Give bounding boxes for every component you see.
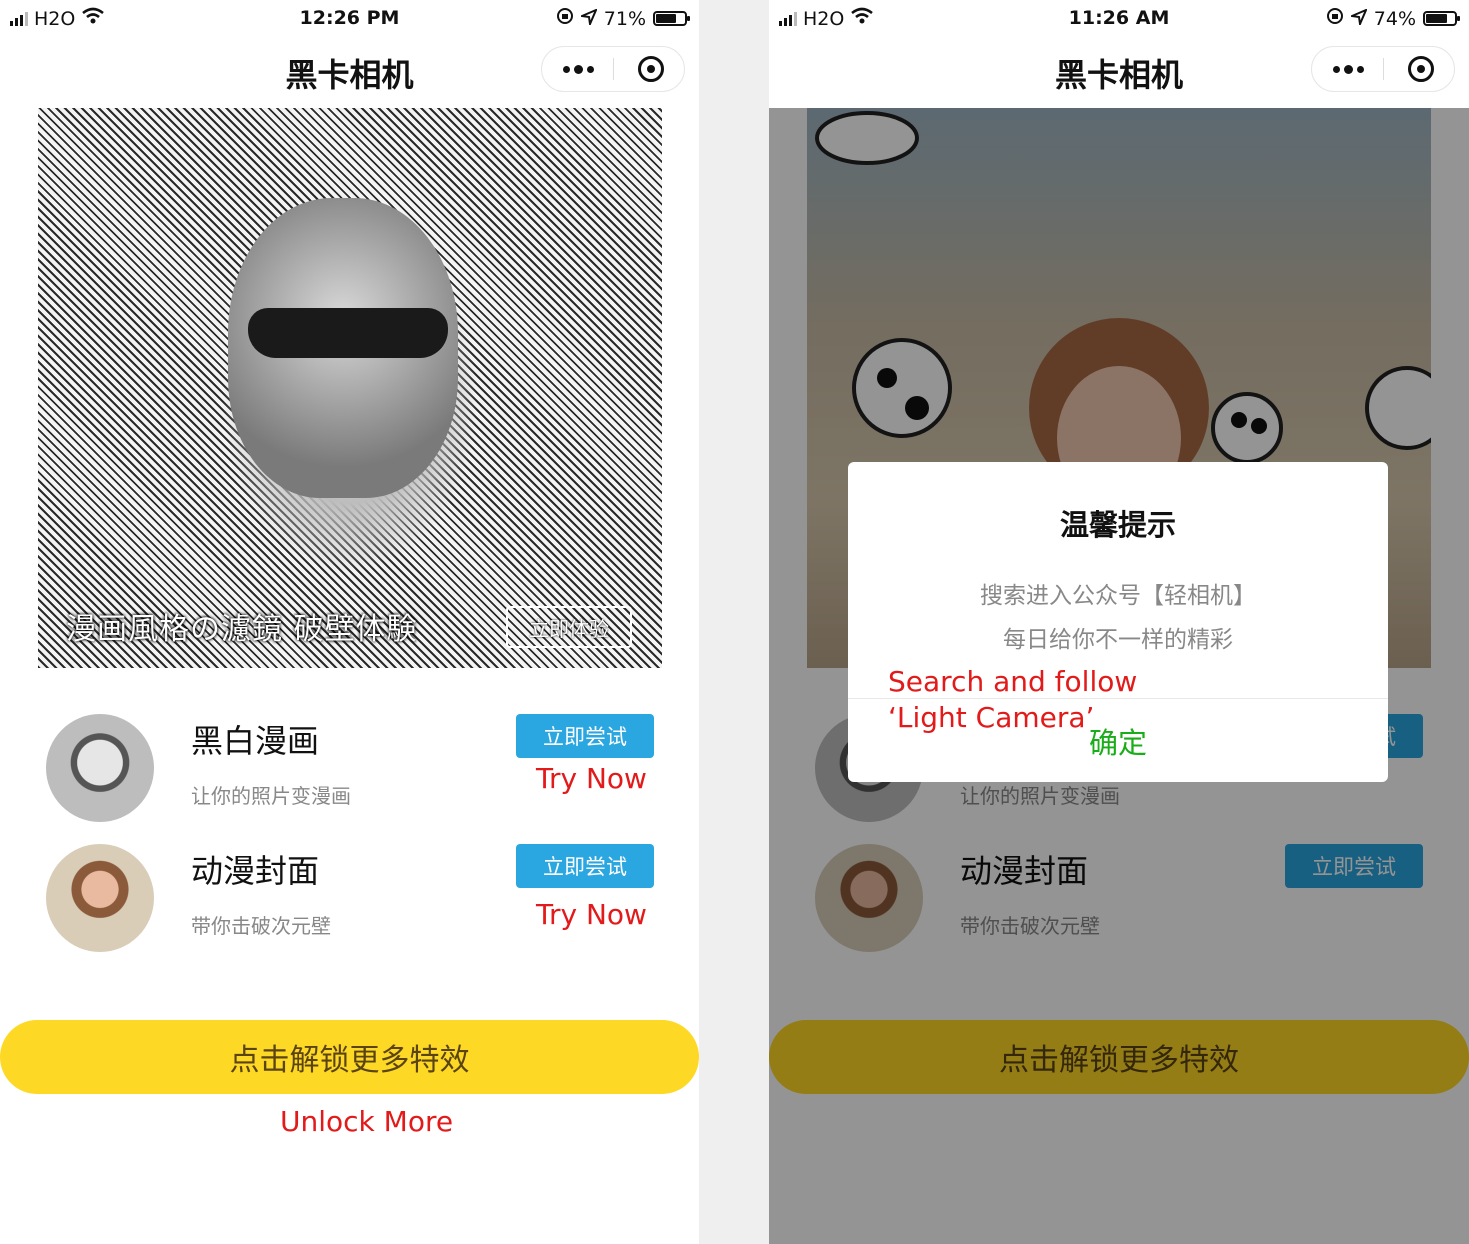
orientation-lock-icon bbox=[1326, 7, 1344, 30]
close-mini-program-icon[interactable] bbox=[1408, 56, 1434, 82]
battery-percent: 71% bbox=[603, 7, 646, 30]
battery-percent: 74% bbox=[1373, 7, 1416, 30]
effect-title: 黑白漫画 bbox=[191, 722, 320, 760]
close-mini-program-icon[interactable] bbox=[638, 56, 664, 82]
avatar bbox=[46, 714, 154, 822]
battery-icon bbox=[1423, 11, 1460, 26]
dialog-message-line-2: 每日给你不一样的精彩 bbox=[1003, 627, 1233, 653]
mini-program-capsule bbox=[1311, 46, 1455, 92]
left-phone-screen: H2O 12:26 PM 71% 黑卡相机 漫画風格の濾鏡 破壁体験 立即体验 … bbox=[0, 0, 699, 1244]
status-bar: H2O 11:26 AM 74% bbox=[769, 0, 1469, 36]
effect-subtitle: 带你击破次元壁 bbox=[191, 914, 331, 938]
hero-caption: 漫画風格の濾鏡 破壁体験 bbox=[66, 612, 418, 647]
effect-subtitle: 让你的照片变漫画 bbox=[191, 784, 351, 808]
hero-banner[interactable]: 漫画風格の濾鏡 破壁体験 立即体验 bbox=[38, 108, 662, 668]
battery-fill bbox=[656, 14, 676, 23]
more-icon[interactable] bbox=[1312, 47, 1384, 91]
right-phone-screen: H2O 11:26 AM 74% 黑卡相机 让你的照片变漫画 动漫封面 带你击破… bbox=[769, 0, 1469, 1244]
dialog-title: 温馨提示 bbox=[1059, 508, 1176, 542]
nav-bar: 黑卡相机 bbox=[0, 36, 699, 108]
try-button[interactable]: 立即尝试 bbox=[516, 844, 654, 888]
hero-sunglasses bbox=[248, 308, 448, 358]
try-now-annotation: Try Now bbox=[536, 898, 647, 931]
battery-fill bbox=[1426, 14, 1447, 23]
hero-try-button[interactable]: 立即体验 bbox=[506, 606, 632, 648]
location-icon bbox=[578, 7, 598, 30]
effect-title: 动漫封面 bbox=[191, 852, 320, 890]
mini-program-capsule bbox=[541, 46, 685, 92]
nav-bar: 黑卡相机 bbox=[769, 36, 1469, 108]
orientation-lock-icon bbox=[556, 7, 574, 30]
dialog-message-line-1: 搜索进入公众号【轻相机】 bbox=[980, 583, 1256, 609]
more-icon[interactable] bbox=[542, 47, 614, 91]
status-bar: H2O 12:26 PM 71% bbox=[0, 0, 699, 36]
battery-icon bbox=[653, 11, 690, 26]
avatar bbox=[46, 844, 154, 952]
location-icon bbox=[1348, 7, 1368, 30]
unlock-more-annotation: Unlock More bbox=[280, 1105, 454, 1138]
unlock-more-button[interactable]: 点击解锁更多特效 bbox=[0, 1020, 699, 1094]
try-button[interactable]: 立即尝试 bbox=[516, 714, 654, 758]
search-follow-annotation: Search and follow ‘Light Camera’ bbox=[888, 665, 1138, 734]
try-now-annotation: Try Now bbox=[536, 762, 647, 795]
